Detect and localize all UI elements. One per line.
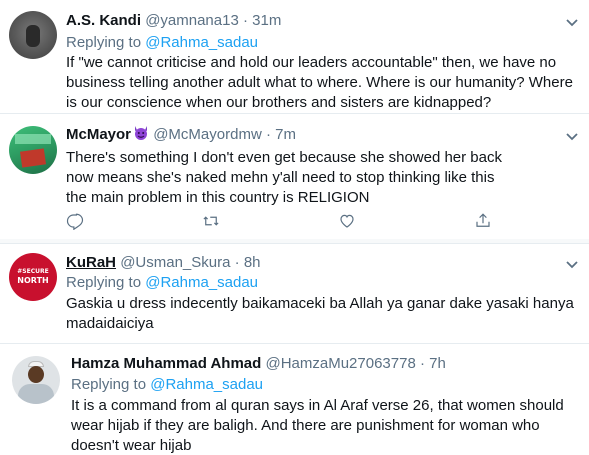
- user-handle[interactable]: @McMayordmw: [153, 126, 262, 143]
- mention-link[interactable]: @Rahma_sadau: [145, 274, 258, 291]
- smiling-devil-emoji-icon: [135, 126, 148, 140]
- display-name[interactable]: A.S. Kandi: [66, 12, 141, 29]
- timestamp[interactable]: 8h: [244, 254, 261, 271]
- avatar[interactable]: [12, 356, 60, 404]
- reply-icon: [66, 213, 84, 230]
- replying-to: Replying to @Rahma_sadau: [66, 273, 258, 293]
- like-icon: [340, 214, 354, 228]
- tweet-card[interactable]: Hamza Muhammad Ahmad @HamzaMu27063778 · …: [0, 344, 589, 455]
- separator-dot: ·: [419, 355, 425, 372]
- retweet-button[interactable]: [202, 212, 338, 230]
- timestamp[interactable]: 7h: [429, 355, 446, 372]
- avatar-text: #SECURE NORTH: [17, 268, 49, 285]
- mention-link[interactable]: @Rahma_sadau: [145, 34, 258, 51]
- share-button[interactable]: [474, 212, 589, 230]
- tweet-card[interactable]: McMayor @McMayordmw · 7m There's somethi…: [0, 114, 589, 239]
- retweet-icon: [203, 216, 219, 226]
- timestamp[interactable]: 31m: [252, 12, 281, 29]
- tweet-text: Gaskia u dress indecently baikamaceki ba…: [66, 295, 574, 332]
- replying-to-label: Replying to: [66, 274, 142, 291]
- replying-to-label: Replying to: [66, 34, 142, 51]
- separator-dot: ·: [242, 12, 248, 29]
- avatar[interactable]: [9, 11, 57, 59]
- tweet-card[interactable]: #SECURE NORTH KuRaH @Usman_Skura · 8h Re…: [0, 244, 589, 343]
- chevron-down-icon[interactable]: [565, 18, 579, 28]
- tweet-text: There's something I don't even get becau…: [66, 149, 502, 206]
- separator-dot: ·: [234, 254, 240, 271]
- chevron-down-icon[interactable]: [565, 260, 579, 270]
- display-name[interactable]: McMayor: [66, 126, 131, 143]
- replying-to-label: Replying to: [71, 376, 147, 393]
- avatar[interactable]: #SECURE NORTH: [9, 253, 57, 301]
- replying-to: Replying to @Rahma_sadau: [71, 375, 263, 395]
- avatar[interactable]: [9, 126, 57, 174]
- tweet-actions: [66, 212, 589, 230]
- tweet-card[interactable]: A.S. Kandi @yamnana13 · 31m Replying to …: [0, 0, 589, 112]
- share-icon: [476, 213, 490, 227]
- tweet-text: It is a command from al quran says in Al…: [71, 397, 564, 454]
- display-name[interactable]: Hamza Muhammad Ahmad: [71, 355, 261, 372]
- like-button[interactable]: [338, 212, 474, 230]
- reply-button[interactable]: [66, 212, 202, 230]
- tweet-text: If "we cannot criticise and hold our lea…: [66, 54, 573, 111]
- user-handle[interactable]: @HamzaMu27063778: [265, 355, 415, 372]
- replying-to: Replying to @Rahma_sadau: [66, 33, 258, 53]
- timestamp[interactable]: 7m: [275, 126, 296, 143]
- user-handle[interactable]: @yamnana13: [145, 12, 239, 29]
- mention-link[interactable]: @Rahma_sadau: [150, 376, 263, 393]
- display-name[interactable]: KuRaH: [66, 254, 116, 271]
- chevron-down-icon[interactable]: [565, 132, 579, 142]
- separator-dot: ·: [265, 126, 271, 143]
- user-handle[interactable]: @Usman_Skura: [120, 254, 230, 271]
